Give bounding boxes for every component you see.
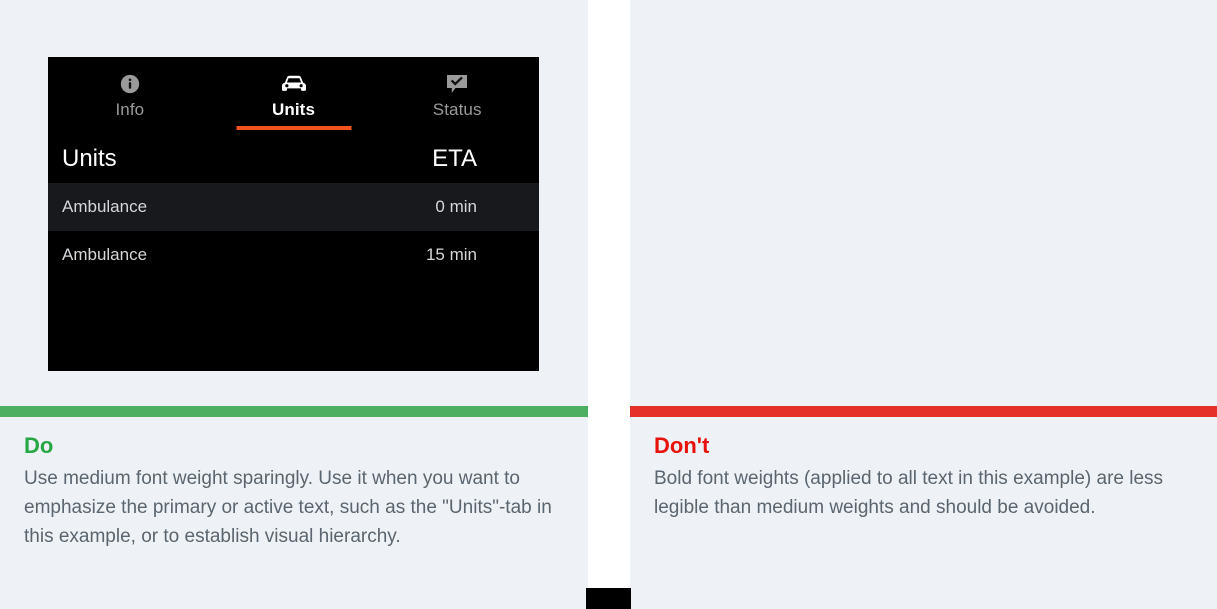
column-header-eta: ETA: [432, 145, 477, 172]
dont-caption-body: Bold font weights (applied to all text i…: [654, 468, 1164, 518]
tab-info-label: Info: [115, 100, 145, 119]
do-device-card: Info Units Status Units ETA Ambulance 0 …: [48, 57, 539, 371]
tab-info[interactable]: Info: [48, 57, 212, 135]
active-tab-underline: [236, 126, 351, 130]
unit-eta: 15 min: [425, 245, 477, 264]
column-gutter: [588, 0, 630, 609]
unit-name: Ambulance: [62, 245, 148, 264]
do-table-header: Units ETA: [48, 135, 539, 183]
tab-units-label: Units: [272, 100, 315, 119]
column-header-units: Units: [62, 145, 117, 172]
speech-check-icon: [445, 71, 469, 97]
table-row[interactable]: Ambulance 15 min: [48, 231, 539, 279]
dont-caption-title: Don't: [654, 433, 710, 458]
tab-status[interactable]: Status: [375, 57, 539, 135]
unit-name: Ambulance: [62, 197, 148, 216]
info-circle-icon: [119, 71, 141, 97]
dont-divider-rule: [630, 406, 1217, 417]
dont-caption: Don't Bold font weights (applied to all …: [654, 430, 1200, 522]
do-tab-bar: Info Units Status: [48, 57, 539, 135]
do-caption-title: Do: [24, 433, 54, 458]
do-divider-rule: [0, 406, 588, 417]
table-row[interactable]: Ambulance 0 min: [48, 183, 539, 231]
tab-units[interactable]: Units: [212, 57, 376, 135]
car-front-icon: [279, 71, 309, 97]
unit-eta: 0 min: [435, 197, 477, 216]
tab-status-label: Status: [432, 100, 482, 119]
gutter-black-block: [586, 588, 631, 609]
do-caption: Do Use medium font weight sparingly. Use…: [24, 430, 580, 551]
do-caption-body: Use medium font weight sparingly. Use it…: [24, 468, 552, 547]
do-table-body: Ambulance 0 min Ambulance 15 min: [48, 183, 539, 279]
comparison-figure: Info Units Status Units ETA Ambulance 0 …: [0, 0, 1217, 609]
